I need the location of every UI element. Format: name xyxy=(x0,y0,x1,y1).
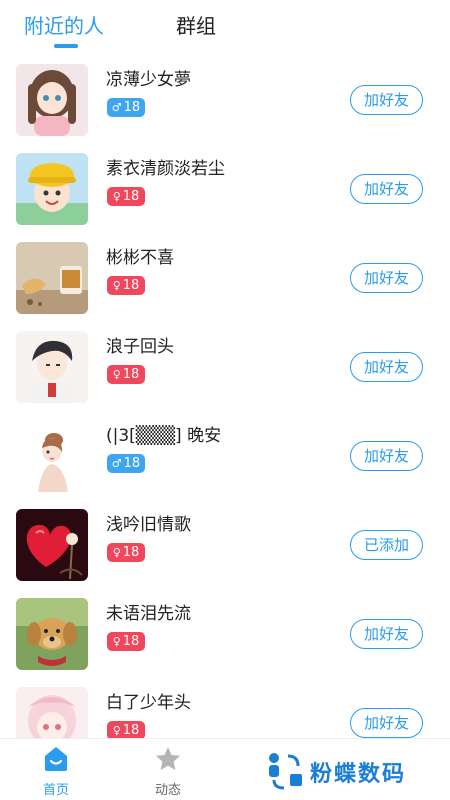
list-item[interactable]: 浪子回头 ♀ 18 加好友 xyxy=(0,323,450,411)
watermark-text: 粉蝶数码 xyxy=(310,762,407,787)
user-name: 彬彬不喜 xyxy=(106,248,174,268)
user-age: 18 xyxy=(122,723,140,738)
gender-age-badge: ♂ 18 xyxy=(107,98,145,117)
gender-age-badge: ♀ 18 xyxy=(107,365,145,384)
list-item[interactable]: 凉薄少女夢 ♂ 18 加好友 xyxy=(0,56,450,144)
home-icon xyxy=(45,747,67,771)
tab-nearby-people[interactable]: 附近的人 xyxy=(24,12,104,40)
female-icon: ♀ xyxy=(112,546,121,559)
list-item[interactable]: 浅吟旧情歌 ♀ 18 已添加 xyxy=(0,501,450,589)
gender-age-badge: ♀ 18 xyxy=(107,187,145,206)
female-icon: ♀ xyxy=(112,635,121,648)
user-name: 白了少年头 xyxy=(106,693,191,713)
female-icon: ♀ xyxy=(112,724,121,737)
add-friend-button[interactable]: 加好友 xyxy=(350,441,423,471)
nav-home-label: 首页 xyxy=(42,783,69,798)
user-name: 凉薄少女夢 xyxy=(106,70,191,90)
female-icon: ♀ xyxy=(112,368,121,381)
female-icon: ♀ xyxy=(112,279,121,292)
add-friend-button[interactable]: 加好友 xyxy=(350,352,423,382)
list-item[interactable]: 彬彬不喜 ♀ 18 加好友 xyxy=(0,234,450,322)
avatar[interactable] xyxy=(16,64,88,136)
gender-age-badge: ♀ 18 xyxy=(107,721,145,738)
top-tab-bar: 附近的人 群组 xyxy=(0,0,450,56)
avatar[interactable] xyxy=(16,687,88,738)
nav-dynamic[interactable]: 动态 xyxy=(128,739,208,800)
list-item[interactable]: (|3[▒▒▒] 晚安 ♂ 18 加好友 xyxy=(0,412,450,500)
avatar[interactable] xyxy=(16,153,88,225)
user-name: 未语泪先流 xyxy=(106,604,191,624)
star-icon xyxy=(156,747,180,770)
watermark-logo-icon xyxy=(269,753,302,790)
gender-age-badge: ♀ 18 xyxy=(107,276,145,295)
gender-age-badge: ♂ 18 xyxy=(107,454,145,473)
user-age: 18 xyxy=(122,189,140,204)
list-item[interactable]: 未语泪先流 ♀ 18 加好友 xyxy=(0,590,450,678)
added-friend-button[interactable]: 已添加 xyxy=(350,530,423,560)
add-friend-button[interactable]: 加好友 xyxy=(350,619,423,649)
user-age: 18 xyxy=(122,278,140,293)
user-age: 18 xyxy=(122,367,140,382)
list-item[interactable]: 白了少年头 ♀ 18 加好友 xyxy=(0,679,450,738)
avatar[interactable] xyxy=(16,598,88,670)
add-friend-button[interactable]: 加好友 xyxy=(350,85,423,115)
user-age: 18 xyxy=(122,545,140,560)
nav-dynamic-label: 动态 xyxy=(154,783,181,798)
add-friend-button[interactable]: 加好友 xyxy=(350,263,423,293)
nearby-user-list[interactable]: 凉薄少女夢 ♂ 18 加好友 素衣清颜淡若尘 ♀ 18 加好友 彬彬不喜 ♀ 1… xyxy=(0,56,450,738)
avatar[interactable] xyxy=(16,242,88,314)
gender-age-badge: ♀ 18 xyxy=(107,632,145,651)
user-name: 浅吟旧情歌 xyxy=(106,515,191,535)
user-name: 浪子回头 xyxy=(106,337,174,357)
avatar[interactable] xyxy=(16,331,88,403)
male-icon: ♂ xyxy=(111,101,122,114)
watermark: 粉蝶数码 xyxy=(262,746,442,792)
nav-home[interactable]: 首页 xyxy=(16,739,96,800)
male-icon: ♂ xyxy=(111,457,122,470)
user-name: 素衣清颜淡若尘 xyxy=(106,159,225,179)
female-icon: ♀ xyxy=(112,190,121,203)
tab-active-indicator xyxy=(54,44,78,48)
list-item[interactable]: 素衣清颜淡若尘 ♀ 18 加好友 xyxy=(0,145,450,233)
user-name: (|3[▒▒▒] 晚安 xyxy=(106,426,222,446)
avatar[interactable] xyxy=(16,420,88,492)
user-age: 18 xyxy=(122,634,140,649)
add-friend-button[interactable]: 加好友 xyxy=(350,708,423,738)
add-friend-button[interactable]: 加好友 xyxy=(350,174,423,204)
user-age: 18 xyxy=(123,100,141,115)
avatar[interactable] xyxy=(16,509,88,581)
gender-age-badge: ♀ 18 xyxy=(107,543,145,562)
tab-groups[interactable]: 群组 xyxy=(176,12,216,40)
user-age: 18 xyxy=(123,456,141,471)
